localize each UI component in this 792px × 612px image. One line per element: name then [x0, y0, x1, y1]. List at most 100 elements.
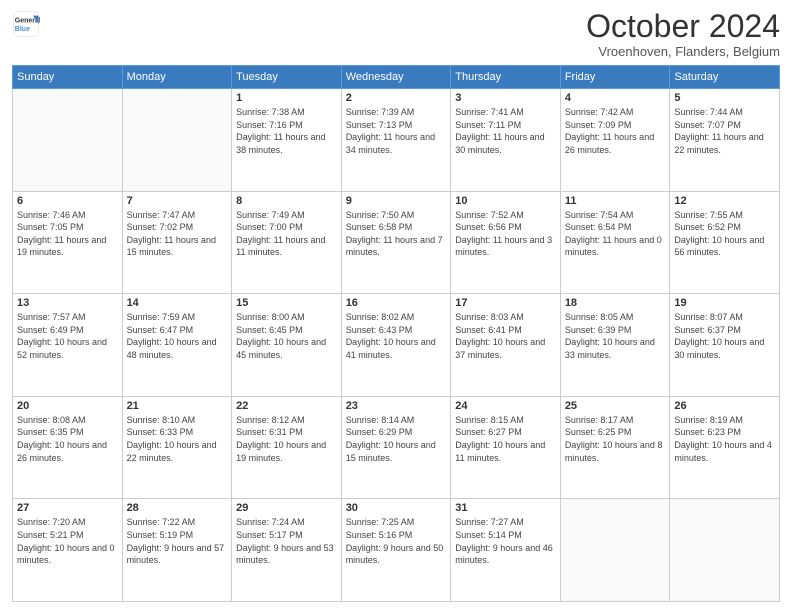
svg-text:Blue: Blue [15, 26, 30, 33]
day-info: Sunrise: 7:25 AM Sunset: 5:16 PM Dayligh… [346, 516, 447, 566]
day-number: 16 [346, 297, 447, 309]
day-info: Sunrise: 8:08 AM Sunset: 6:35 PM Dayligh… [17, 414, 118, 464]
day-info: Sunrise: 8:10 AM Sunset: 6:33 PM Dayligh… [127, 414, 228, 464]
day-info: Sunrise: 7:46 AM Sunset: 7:05 PM Dayligh… [17, 209, 118, 259]
col-friday: Friday [560, 66, 670, 89]
day-info: Sunrise: 7:49 AM Sunset: 7:00 PM Dayligh… [236, 209, 337, 259]
col-wednesday: Wednesday [341, 66, 451, 89]
day-number: 27 [17, 502, 118, 514]
month-title: October 2024 [586, 10, 780, 42]
table-row [560, 499, 670, 602]
day-info: Sunrise: 7:39 AM Sunset: 7:13 PM Dayligh… [346, 106, 447, 156]
logo: General Blue [12, 10, 40, 38]
day-number: 21 [127, 400, 228, 412]
table-row: 11 Sunrise: 7:54 AM Sunset: 6:54 PM Dayli… [560, 191, 670, 294]
day-info: Sunrise: 8:12 AM Sunset: 6:31 PM Dayligh… [236, 414, 337, 464]
day-number: 4 [565, 92, 666, 104]
calendar-table: Sunday Monday Tuesday Wednesday Thursday… [12, 65, 780, 602]
table-row: 1Sunrise: 7:38 AM Sunset: 7:16 PM Daylig… [232, 89, 342, 192]
day-info: Sunrise: 7:20 AM Sunset: 5:21 PM Dayligh… [17, 516, 118, 566]
day-number: 31 [455, 502, 556, 514]
table-row: 5 Sunrise: 7:44 AM Sunset: 7:07 PM Daylig… [670, 89, 780, 192]
calendar-week-row: 20 Sunrise: 8:08 AM Sunset: 6:35 PM Dayli… [13, 396, 780, 499]
day-info: Sunrise: 7:54 AM Sunset: 6:54 PM Dayligh… [565, 209, 666, 259]
table-row: 28 Sunrise: 7:22 AM Sunset: 5:19 PM Dayli… [122, 499, 232, 602]
table-row: 15Sunrise: 8:00 AM Sunset: 6:45 PM Dayli… [232, 294, 342, 397]
table-row: 26Sunrise: 8:19 AM Sunset: 6:23 PM Dayli… [670, 396, 780, 499]
header: General Blue October 2024 Vroenhoven, Fl… [12, 10, 780, 59]
day-number: 29 [236, 502, 337, 514]
day-info: Sunrise: 7:27 AM Sunset: 5:14 PM Dayligh… [455, 516, 556, 566]
day-info: Sunrise: 8:19 AM Sunset: 6:23 PM Dayligh… [674, 414, 775, 464]
day-number: 22 [236, 400, 337, 412]
day-info: Sunrise: 8:03 AM Sunset: 6:41 PM Dayligh… [455, 311, 556, 361]
col-sunday: Sunday [13, 66, 123, 89]
day-info: Sunrise: 7:42 AM Sunset: 7:09 PM Dayligh… [565, 106, 666, 156]
day-info: Sunrise: 7:52 AM Sunset: 6:56 PM Dayligh… [455, 209, 556, 259]
col-monday: Monday [122, 66, 232, 89]
day-info: Sunrise: 8:07 AM Sunset: 6:37 PM Dayligh… [674, 311, 775, 361]
table-row: 6 Sunrise: 7:46 AM Sunset: 7:05 PM Daylig… [13, 191, 123, 294]
day-number: 10 [455, 195, 556, 207]
day-number: 13 [17, 297, 118, 309]
day-number: 9 [346, 195, 447, 207]
day-number: 14 [127, 297, 228, 309]
table-row: 30 Sunrise: 7:25 AM Sunset: 5:16 PM Dayli… [341, 499, 451, 602]
col-tuesday: Tuesday [232, 66, 342, 89]
day-number: 24 [455, 400, 556, 412]
calendar-header-row: Sunday Monday Tuesday Wednesday Thursday… [13, 66, 780, 89]
table-row: 16 Sunrise: 8:02 AM Sunset: 6:43 PM Dayli… [341, 294, 451, 397]
day-number: 5 [674, 92, 775, 104]
day-number: 20 [17, 400, 118, 412]
day-info: Sunrise: 7:55 AM Sunset: 6:52 PM Dayligh… [674, 209, 775, 259]
day-info: Sunrise: 7:22 AM Sunset: 5:19 PM Dayligh… [127, 516, 228, 566]
day-info: Sunrise: 7:47 AM Sunset: 7:02 PM Dayligh… [127, 209, 228, 259]
day-info: Sunrise: 7:57 AM Sunset: 6:49 PM Dayligh… [17, 311, 118, 361]
table-row: 29 Sunrise: 7:24 AM Sunset: 5:17 PM Dayli… [232, 499, 342, 602]
day-info: Sunrise: 8:05 AM Sunset: 6:39 PM Dayligh… [565, 311, 666, 361]
table-row: 25Sunrise: 8:17 AM Sunset: 6:25 PM Dayli… [560, 396, 670, 499]
table-row: 22 Sunrise: 8:12 AM Sunset: 6:31 PM Dayli… [232, 396, 342, 499]
day-number: 28 [127, 502, 228, 514]
day-number: 11 [565, 195, 666, 207]
table-row: 7Sunrise: 7:47 AM Sunset: 7:02 PM Daylig… [122, 191, 232, 294]
day-info: Sunrise: 7:59 AM Sunset: 6:47 PM Dayligh… [127, 311, 228, 361]
day-number: 6 [17, 195, 118, 207]
table-row [670, 499, 780, 602]
page: General Blue October 2024 Vroenhoven, Fl… [0, 0, 792, 612]
calendar-week-row: 13 Sunrise: 7:57 AM Sunset: 6:49 PM Dayli… [13, 294, 780, 397]
calendar-week-row: 1Sunrise: 7:38 AM Sunset: 7:16 PM Daylig… [13, 89, 780, 192]
day-number: 1 [236, 92, 337, 104]
table-row: 24 Sunrise: 8:15 AM Sunset: 6:27 PM Dayli… [451, 396, 561, 499]
day-number: 23 [346, 400, 447, 412]
day-info: Sunrise: 7:44 AM Sunset: 7:07 PM Dayligh… [674, 106, 775, 156]
day-info: Sunrise: 7:24 AM Sunset: 5:17 PM Dayligh… [236, 516, 337, 566]
table-row: 21 Sunrise: 8:10 AM Sunset: 6:33 PM Dayli… [122, 396, 232, 499]
location-subtitle: Vroenhoven, Flanders, Belgium [586, 44, 780, 59]
day-number: 17 [455, 297, 556, 309]
table-row: 27 Sunrise: 7:20 AM Sunset: 5:21 PM Dayli… [13, 499, 123, 602]
table-row: 19Sunrise: 8:07 AM Sunset: 6:37 PM Dayli… [670, 294, 780, 397]
table-row [122, 89, 232, 192]
table-row: 9Sunrise: 7:50 AM Sunset: 6:58 PM Daylig… [341, 191, 451, 294]
calendar-week-row: 27 Sunrise: 7:20 AM Sunset: 5:21 PM Dayli… [13, 499, 780, 602]
day-info: Sunrise: 8:14 AM Sunset: 6:29 PM Dayligh… [346, 414, 447, 464]
day-info: Sunrise: 8:17 AM Sunset: 6:25 PM Dayligh… [565, 414, 666, 464]
table-row: 12Sunrise: 7:55 AM Sunset: 6:52 PM Dayli… [670, 191, 780, 294]
day-number: 3 [455, 92, 556, 104]
day-number: 15 [236, 297, 337, 309]
col-saturday: Saturday [670, 66, 780, 89]
day-info: Sunrise: 7:41 AM Sunset: 7:11 PM Dayligh… [455, 106, 556, 156]
day-number: 8 [236, 195, 337, 207]
table-row: 14 Sunrise: 7:59 AM Sunset: 6:47 PM Dayli… [122, 294, 232, 397]
day-number: 30 [346, 502, 447, 514]
day-info: Sunrise: 8:15 AM Sunset: 6:27 PM Dayligh… [455, 414, 556, 464]
day-info: Sunrise: 8:02 AM Sunset: 6:43 PM Dayligh… [346, 311, 447, 361]
day-number: 18 [565, 297, 666, 309]
table-row: 23 Sunrise: 8:14 AM Sunset: 6:29 PM Dayli… [341, 396, 451, 499]
table-row: 10 Sunrise: 7:52 AM Sunset: 6:56 PM Dayli… [451, 191, 561, 294]
table-row: 2Sunrise: 7:39 AM Sunset: 7:13 PM Daylig… [341, 89, 451, 192]
col-thursday: Thursday [451, 66, 561, 89]
logo-icon: General Blue [12, 10, 40, 38]
table-row: 17 Sunrise: 8:03 AM Sunset: 6:41 PM Dayli… [451, 294, 561, 397]
